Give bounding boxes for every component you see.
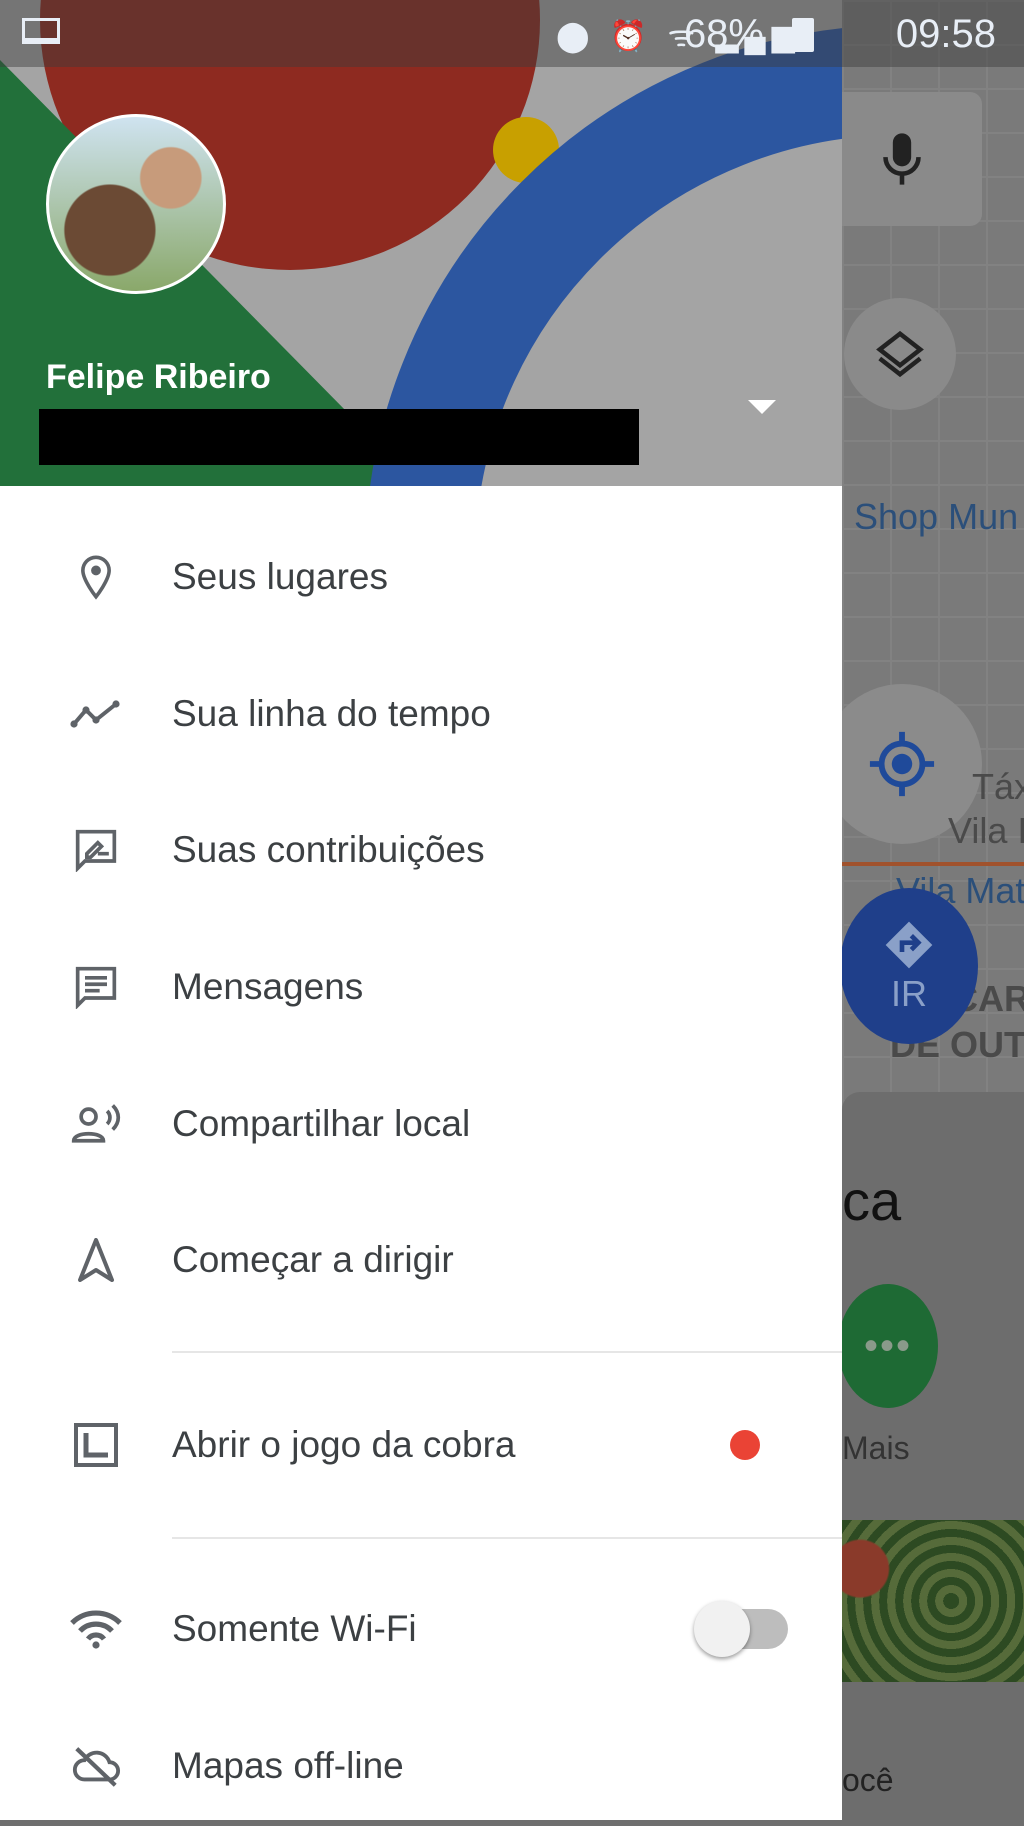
- bottom-label: ocê: [842, 1762, 894, 1798]
- menu-item-snake-game[interactable]: Abrir o jogo da cobra: [0, 1385, 842, 1505]
- messages-icon: [70, 961, 122, 1013]
- menu-item-label: Suas contribuições: [172, 829, 485, 870]
- menu-item-contributions[interactable]: Suas contribuições: [0, 790, 842, 910]
- menu-item-messages[interactable]: Mensagens: [0, 927, 842, 1047]
- map-background[interactable]: Shop Mun Táx Vila I Vila Mat CAR DE OUT …: [842, 0, 1024, 1820]
- wifi-only-toggle[interactable]: [694, 1601, 788, 1657]
- directions-icon: [885, 921, 933, 969]
- pin-icon: [70, 551, 122, 603]
- battery-percent: 68%: [683, 12, 764, 56]
- more-label: Mais: [842, 1430, 910, 1466]
- map-label: Táx: [972, 766, 1024, 807]
- offline-maps-icon: [70, 1740, 122, 1792]
- contributions-icon: [70, 824, 122, 876]
- menu-item-label: Abrir o jogo da cobra: [172, 1424, 516, 1465]
- menu-item-start-driving[interactable]: Começar a dirigir: [0, 1200, 842, 1320]
- snake-game-icon: [70, 1419, 122, 1471]
- menu-item-label: Somente Wi-Fi: [172, 1608, 417, 1649]
- menu-item-label: Começar a dirigir: [172, 1239, 454, 1280]
- divider: [172, 1351, 842, 1353]
- menu-item-label: Compartilhar local: [172, 1103, 471, 1144]
- food-photo[interactable]: [842, 1520, 1024, 1682]
- menu-item-wifi-only[interactable]: Somente Wi-Fi: [0, 1569, 842, 1689]
- wifi-icon: [70, 1603, 122, 1655]
- menu-item-share-location[interactable]: Compartilhar local: [0, 1064, 842, 1184]
- go-label: IR: [891, 973, 927, 1014]
- account-header: Felipe Ribeiro: [0, 0, 842, 486]
- divider: [172, 1537, 842, 1539]
- share-location-icon: [70, 1098, 122, 1150]
- layers-icon: [876, 330, 924, 378]
- navigation-icon: [70, 1234, 122, 1286]
- status-icons: ⬤ ⏰ ᯤ ▂▄▆: [556, 20, 801, 53]
- bottom-sheet[interactable]: ca ••• Mais ocê: [842, 1092, 1024, 1820]
- menu-item-label: Mapas off-line: [172, 1745, 404, 1786]
- navigation-drawer: Felipe Ribeiro Seus lugares Sua linha do…: [0, 0, 842, 1820]
- sheet-title: ca: [842, 1169, 902, 1232]
- menu-item-offline-maps[interactable]: Mapas off-line: [0, 1706, 842, 1826]
- battery-icon: [792, 18, 814, 52]
- more-dots-icon: •••: [863, 1323, 912, 1368]
- map-label: Shop Mun: [854, 496, 1019, 537]
- redacted-email: [39, 409, 639, 465]
- crosshair-icon: [869, 731, 935, 797]
- menu-item-label: Sua linha do tempo: [172, 693, 491, 734]
- microphone-icon: [883, 133, 921, 185]
- status-bar: ⬤ ⏰ ᯤ ▂▄▆ 68% 09:58: [0, 0, 1024, 67]
- timeline-icon: [70, 688, 122, 740]
- avatar[interactable]: [46, 114, 226, 294]
- menu-item-label: Seus lugares: [172, 556, 388, 597]
- new-badge: [730, 1430, 760, 1460]
- menu-item-timeline[interactable]: Sua linha do tempo: [0, 654, 842, 774]
- layers-button[interactable]: [844, 298, 956, 410]
- account-name: Felipe Ribeiro: [46, 358, 271, 396]
- clock: 09:58: [895, 12, 996, 56]
- map-label: Vila I: [948, 810, 1024, 851]
- menu-item-seus-lugares[interactable]: Seus lugares: [0, 517, 842, 637]
- more-button[interactable]: •••: [842, 1284, 938, 1408]
- account-dropdown-icon[interactable]: [748, 400, 776, 414]
- laptop-icon: [22, 18, 60, 44]
- go-button[interactable]: IR: [842, 888, 978, 1044]
- voice-search-button[interactable]: [842, 92, 982, 226]
- menu-item-label: Mensagens: [172, 966, 364, 1007]
